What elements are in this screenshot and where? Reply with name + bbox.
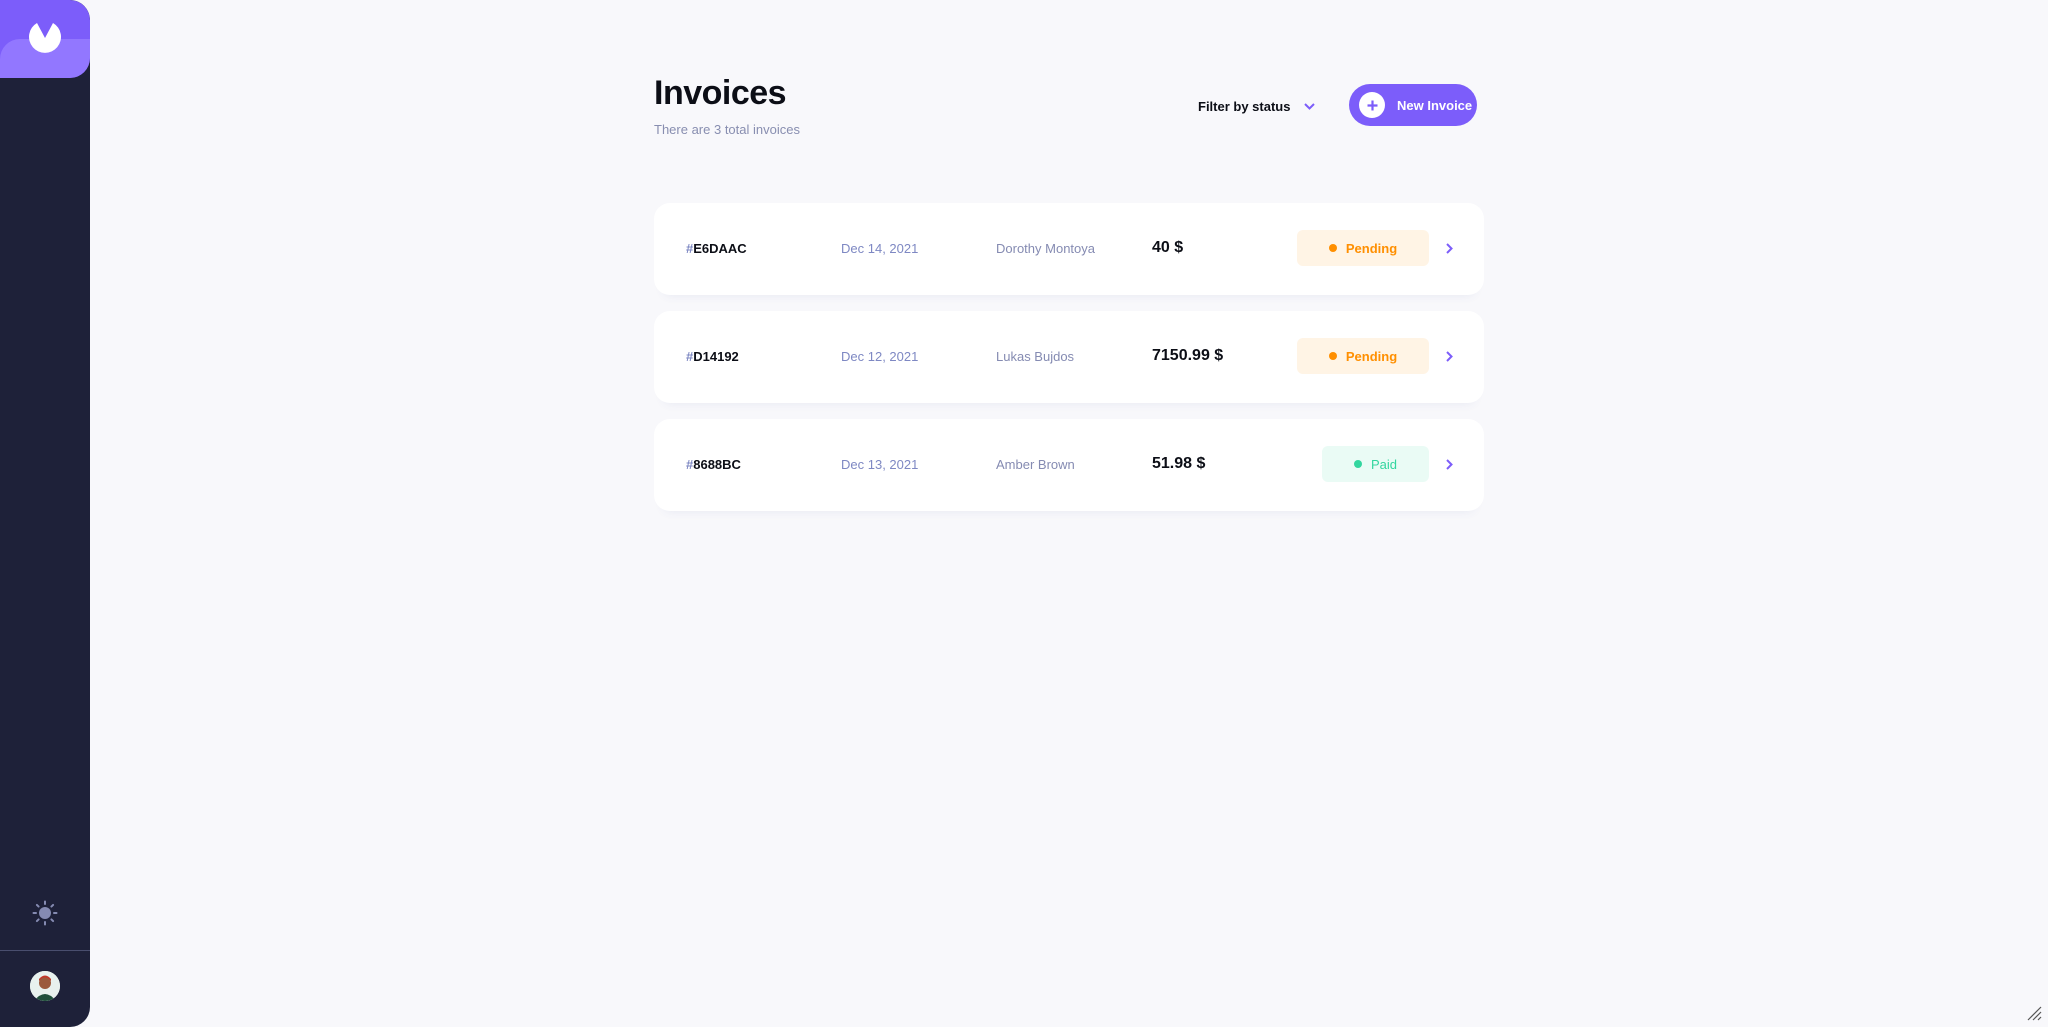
status-dot-icon xyxy=(1353,460,1362,468)
sidebar xyxy=(0,0,90,1027)
plus-icon xyxy=(1367,100,1377,110)
invoice-id: #D14192 xyxy=(686,349,739,364)
sun-icon xyxy=(32,900,58,926)
invoice-id-value: D14192 xyxy=(693,349,739,364)
status-badge: Pending xyxy=(1297,338,1429,374)
resize-grip-icon[interactable] xyxy=(2026,1005,2042,1021)
invoice-client-name: Amber Brown xyxy=(996,457,1075,472)
new-invoice-button[interactable]: New Invoice xyxy=(1349,84,1477,126)
status-dot-icon xyxy=(1328,244,1337,252)
invoice-id-value: 8688BC xyxy=(693,457,741,472)
page-title: Invoices xyxy=(654,74,787,112)
invoice-id: #8688BC xyxy=(686,457,741,472)
app-logo[interactable] xyxy=(0,0,90,78)
avatar-image xyxy=(30,971,60,1001)
status-label: Pending xyxy=(1345,348,1398,364)
invoice-row[interactable]: #8688BC Dec 13, 2021 Amber Brown 51.98 $… xyxy=(654,419,1484,511)
invoice-client-name: Dorothy Montoya xyxy=(996,241,1095,256)
theme-toggle-button[interactable] xyxy=(32,900,58,926)
filter-label: Filter by status xyxy=(1198,98,1291,114)
chevron-right-icon[interactable] xyxy=(1446,351,1453,362)
invoice-amount: 7150.99 $ xyxy=(1152,347,1224,364)
invoice-client-name: Lukas Bujdos xyxy=(996,349,1075,364)
filter-by-status-dropdown[interactable]: Filter by status xyxy=(1198,96,1316,116)
status-label: Paid xyxy=(1370,456,1398,472)
chevron-right-icon[interactable] xyxy=(1446,243,1453,254)
status-label: Pending xyxy=(1345,240,1398,256)
status-badge: Paid xyxy=(1322,446,1429,482)
invoice-amount: 40 $ xyxy=(1152,239,1184,256)
plus-icon-circle xyxy=(1359,92,1385,118)
status-badge: Pending xyxy=(1297,230,1429,266)
status-dot-icon xyxy=(1328,352,1337,360)
invoice-due-date: Dec 12, 2021 xyxy=(841,349,919,364)
chevron-right-icon[interactable] xyxy=(1446,459,1453,470)
sidebar-divider xyxy=(0,950,90,951)
invoice-id: #E6DAAC xyxy=(686,241,747,256)
chevron-down-icon xyxy=(1304,102,1316,110)
user-avatar[interactable] xyxy=(30,971,60,1001)
invoice-due-date: Dec 14, 2021 xyxy=(841,241,919,256)
invoice-due-date: Dec 13, 2021 xyxy=(841,457,919,472)
app-logo-icon xyxy=(29,23,61,53)
new-invoice-label: New Invoice xyxy=(1397,97,1473,113)
invoice-id-value: E6DAAC xyxy=(693,241,747,256)
invoice-count-text: There are 3 total invoices xyxy=(654,122,800,137)
invoice-amount: 51.98 $ xyxy=(1152,455,1206,472)
invoice-row[interactable]: #D14192 Dec 12, 2021 Lukas Bujdos 7150.9… xyxy=(654,311,1484,403)
invoice-row[interactable]: #E6DAAC Dec 14, 2021 Dorothy Montoya 40 … xyxy=(654,203,1484,295)
